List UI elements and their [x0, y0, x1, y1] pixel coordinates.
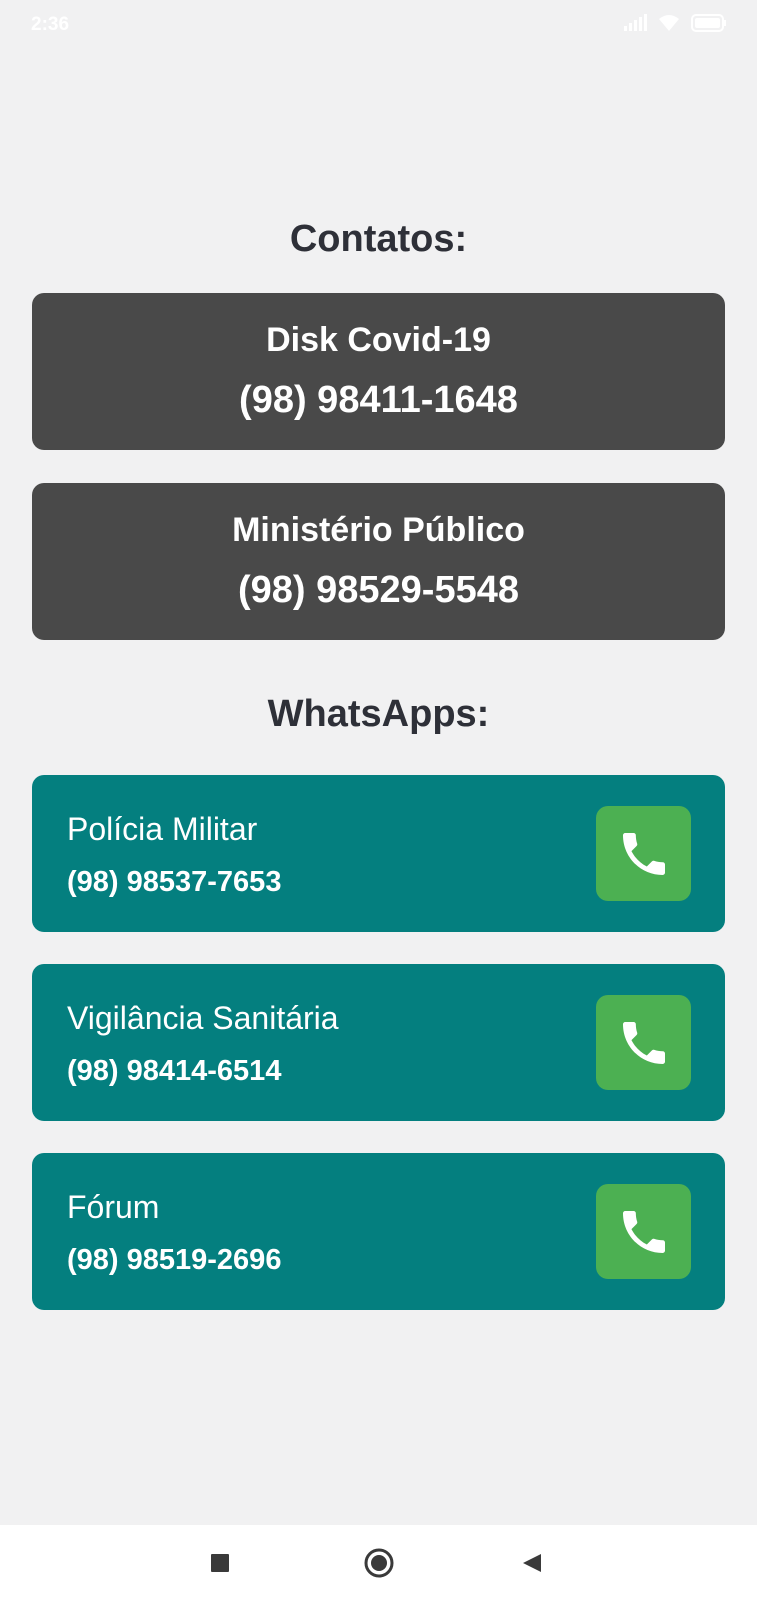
recent-apps-icon[interactable]	[202, 1545, 238, 1581]
contacts-title: Contatos:	[289, 218, 468, 260]
signal-icon	[623, 14, 647, 37]
contact-card-ministerio-publico[interactable]: Ministério Público (98) 98529-5548	[32, 483, 725, 640]
contact-card-disk-covid[interactable]: Disk Covid-19 (98) 98411-1648	[32, 293, 725, 450]
phone-icon	[622, 1210, 665, 1253]
whatsapp-phone: (98) 98414-6514	[67, 1055, 282, 1087]
whatsapp-phone: (98) 98537-7653	[67, 866, 282, 898]
whatsapps-title: WhatsApps:	[267, 693, 490, 735]
battery-icon	[691, 14, 727, 37]
whatsapp-card-vigilancia-sanitaria: Vigilância Sanitária (98) 98414-6514	[32, 964, 725, 1121]
wifi-icon	[657, 14, 681, 37]
contact-phone: (98) 98411-1648	[239, 379, 518, 421]
status-icons	[623, 14, 727, 37]
whatsapp-name: Vigilância Sanitária	[67, 1000, 339, 1036]
whatsapp-card-policia-militar: Polícia Militar (98) 98537-7653	[32, 775, 725, 932]
status-bar: 2:36	[0, 0, 757, 50]
navigation-bar	[0, 1525, 757, 1600]
whatsapp-phone: (98) 98519-2696	[67, 1244, 282, 1276]
call-button[interactable]	[596, 806, 691, 901]
whatsapp-name: Polícia Militar	[67, 811, 258, 847]
status-time: 2:36	[31, 14, 70, 35]
back-icon[interactable]	[514, 1545, 550, 1581]
phone-icon	[622, 1021, 665, 1064]
whatsapp-name: Fórum	[67, 1189, 160, 1225]
call-button[interactable]	[596, 1184, 691, 1279]
phone-icon	[622, 832, 665, 875]
contact-phone: (98) 98529-5548	[238, 569, 519, 611]
whatsapp-card-forum: Fórum (98) 98519-2696	[32, 1153, 725, 1310]
home-icon[interactable]	[361, 1545, 397, 1581]
contact-name: Ministério Público	[232, 511, 525, 549]
call-button[interactable]	[596, 995, 691, 1090]
contact-name: Disk Covid-19	[266, 321, 491, 359]
